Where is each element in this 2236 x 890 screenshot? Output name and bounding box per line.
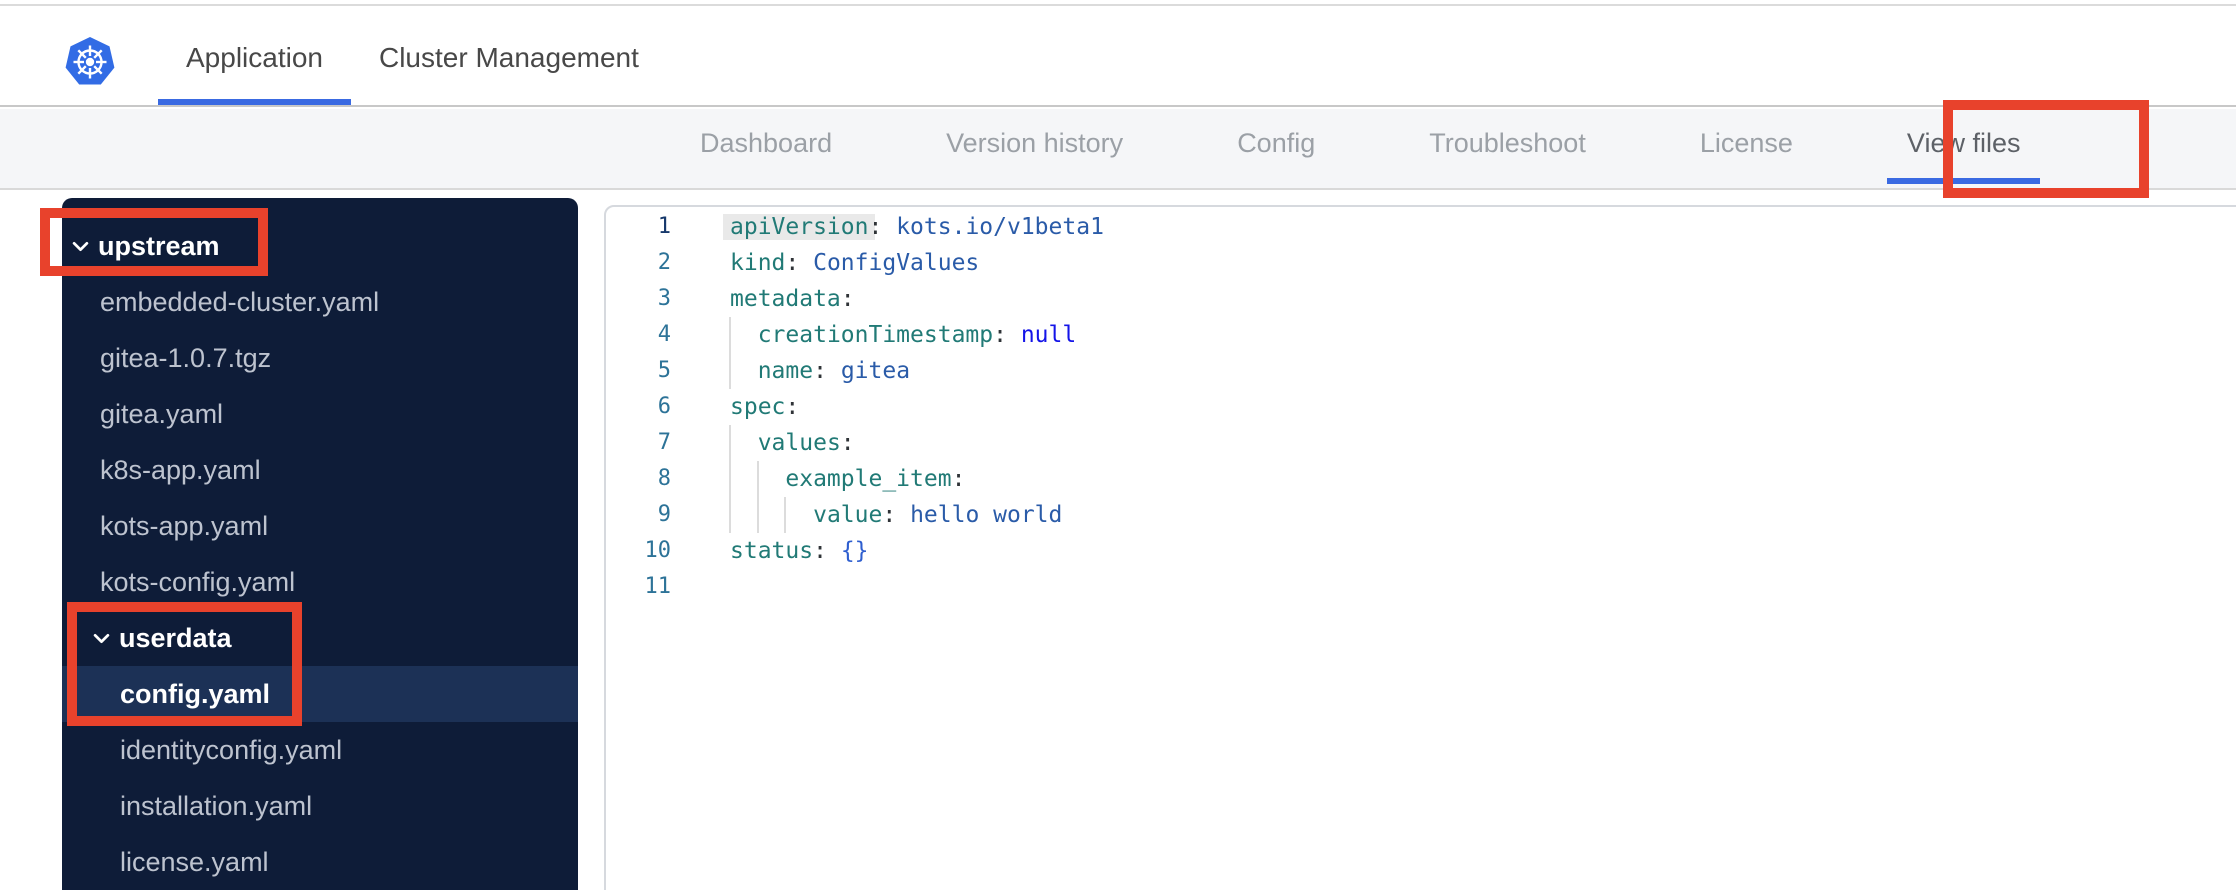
line-number: 4	[657, 322, 671, 347]
tree-row-label: gitea.yaml	[100, 398, 224, 429]
line-number: 8	[657, 466, 671, 491]
code-line-4[interactable]: 4 creationTimestamp: null	[606, 317, 2236, 353]
chevron-down-icon[interactable]	[93, 633, 110, 644]
code-line-6[interactable]: 6 spec:	[606, 389, 2236, 425]
code-line-1[interactable]: 1 apiVersion: kots.io/v1beta1	[606, 209, 2236, 245]
code-text: example_item:	[785, 466, 966, 492]
tree-row-label: embedded-cluster.yaml	[100, 286, 380, 317]
line-number: 11	[644, 574, 672, 599]
nav-tab-version-history[interactable]: Version history	[926, 109, 1143, 184]
line-number: 9	[657, 502, 671, 527]
kubernetes-logo-icon[interactable]	[65, 36, 115, 90]
code-text: name: gitea	[757, 358, 911, 384]
tree-row-label: gitea-1.0.7.tgz	[100, 342, 272, 373]
code-text: value: hello world	[813, 502, 1063, 528]
tree-folder-userdata[interactable]: userdata	[62, 610, 578, 666]
app-header: Application Cluster Management	[0, 6, 2236, 107]
line-number: 2	[657, 250, 671, 275]
indent-guide	[784, 497, 786, 533]
tree-row-label: identityconfig.yaml	[120, 734, 343, 765]
indent-guide	[729, 353, 731, 389]
tree-file-gitea-1-0-7-tgz[interactable]: gitea-1.0.7.tgz	[62, 330, 578, 386]
indent-guide	[729, 317, 731, 353]
tree-row-label: userdata	[119, 622, 232, 653]
code-line-2[interactable]: 2 kind: ConfigValues	[606, 245, 2236, 281]
code-text: kind: ConfigValues	[730, 250, 980, 276]
yaml-file-viewer[interactable]: 1 apiVersion: kots.io/v1beta1 2 kind: Confi…	[604, 205, 2236, 890]
nav-tab-dashboard[interactable]: Dashboard	[680, 109, 852, 184]
code-line-8[interactable]: 8 example_item:	[606, 461, 2236, 497]
tab-application[interactable]: Application	[158, 6, 351, 105]
line-number: 3	[657, 286, 671, 311]
indent-guide	[729, 461, 731, 497]
code-text: metadata:	[730, 286, 855, 312]
tab-cluster-management[interactable]: Cluster Management	[351, 6, 667, 105]
tree-row-label: kots-config.yaml	[100, 566, 296, 597]
nav-tab-view-files[interactable]: View files	[1886, 109, 2041, 184]
tree-row-label: upstream	[98, 230, 220, 261]
tree-file-license-yaml[interactable]: license.yaml	[62, 834, 578, 890]
code-text: spec:	[730, 394, 800, 420]
kots-admin-console: Application Cluster Management Dashboard V…	[0, 0, 2236, 890]
tree-row-label: license.yaml	[120, 846, 269, 877]
line-number: 1	[657, 214, 671, 239]
chevron-down-icon[interactable]	[72, 241, 89, 252]
line-number: 10	[644, 538, 672, 563]
app-subnav: Dashboard Version history Config Troublesho…	[0, 109, 2236, 190]
file-tree-sidebar[interactable]: upstream embedded-cluster.yaml gitea-1.0.7…	[62, 198, 578, 890]
code-text: apiVersion: kots.io/v1beta1	[723, 209, 1104, 245]
nav-tab-troubleshoot[interactable]: Troubleshoot	[1409, 109, 1606, 184]
app-nav-tabs: Dashboard Version history Config Troublesho…	[680, 109, 2236, 184]
indent-guide	[757, 461, 759, 497]
nav-tab-license[interactable]: License	[1680, 109, 1813, 184]
tree-row-label: kots-app.yaml	[100, 510, 269, 541]
line-number: 5	[657, 358, 671, 383]
tree-row-label: k8s-app.yaml	[100, 454, 261, 485]
code-line-10[interactable]: 10 status: {}	[606, 533, 2236, 569]
nav-tab-config[interactable]: Config	[1217, 109, 1335, 184]
tree-file-embedded-cluster-yaml[interactable]: embedded-cluster.yaml	[62, 274, 578, 330]
code-text: values:	[757, 430, 855, 456]
code-lines: 1 apiVersion: kots.io/v1beta1 2 kind: Confi…	[606, 207, 2236, 605]
tree-file-kots-config-yaml[interactable]: kots-config.yaml	[62, 554, 578, 610]
tree-file-k8s-app-yaml[interactable]: k8s-app.yaml	[62, 442, 578, 498]
tree-row-label: installation.yaml	[120, 790, 313, 821]
indent-guide	[729, 497, 731, 533]
code-line-9[interactable]: 9 value: hello world	[606, 497, 2236, 533]
line-number: 7	[657, 430, 671, 455]
primary-tabs: Application Cluster Management	[158, 6, 667, 105]
code-line-5[interactable]: 5 name: gitea	[606, 353, 2236, 389]
tree-folder-upstream[interactable]: upstream	[62, 218, 578, 274]
tree-file-kots-app-yaml[interactable]: kots-app.yaml	[62, 498, 578, 554]
code-text: creationTimestamp: null	[757, 322, 1077, 348]
tree-file-config-yaml[interactable]: config.yaml	[62, 666, 578, 722]
code-line-11[interactable]: 11	[606, 569, 2236, 605]
tree-row-label: config.yaml	[120, 678, 271, 709]
line-number: 6	[657, 394, 671, 419]
code-line-7[interactable]: 7 values:	[606, 425, 2236, 461]
tree-file-gitea-yaml[interactable]: gitea.yaml	[62, 386, 578, 442]
tree-file-identityconfig-yaml[interactable]: identityconfig.yaml	[62, 722, 578, 778]
code-line-3[interactable]: 3 metadata:	[606, 281, 2236, 317]
indent-guide	[729, 425, 731, 461]
indent-guide	[757, 497, 759, 533]
code-text: status: {}	[730, 538, 869, 564]
tree-file-installation-yaml[interactable]: installation.yaml	[62, 778, 578, 834]
